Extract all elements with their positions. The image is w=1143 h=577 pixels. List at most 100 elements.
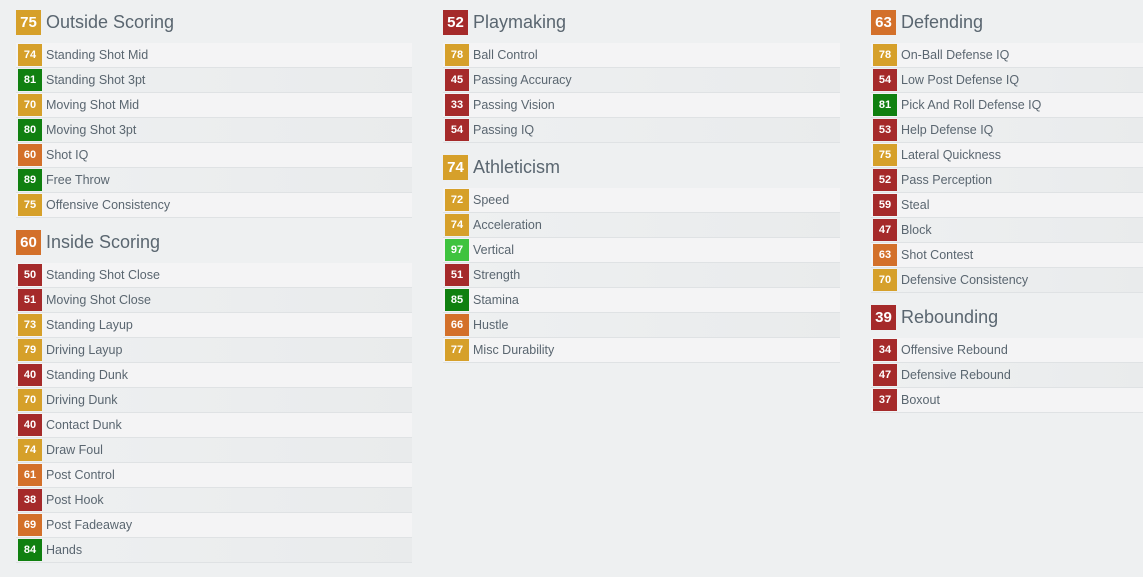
attribute-row-defensive-consistency: 70 Defensive Consistency [871, 268, 1143, 293]
attribute-row-strength: 51 Strength [443, 263, 840, 288]
attribute-rating-badge: 75 [18, 194, 42, 216]
attribute-row-steal: 59 Steal [871, 193, 1143, 218]
attribute-name: Offensive Rebound [901, 343, 1008, 357]
attribute-name: Standing Shot Close [46, 268, 160, 282]
attribute-rating-badge: 72 [445, 189, 469, 211]
attribute-name: Passing IQ [473, 123, 535, 137]
attribute-name: Driving Dunk [46, 393, 118, 407]
attribute-row-lateral-quickness: 75 Lateral Quickness [871, 143, 1143, 168]
attribute-row-free-throw: 89 Free Throw [16, 168, 412, 193]
category-playmaking: 52 Playmaking 78 Ball Control 45 Passing Accu… [443, 8, 840, 143]
category-header: 75 Outside Scoring [16, 8, 412, 36]
attribute-rating-badge: 38 [18, 489, 42, 511]
category-header: 63 Defending [871, 8, 1143, 36]
attribute-rating-badge: 85 [445, 289, 469, 311]
attribute-rating-badge: 47 [873, 364, 897, 386]
attribute-row-passing-accuracy: 45 Passing Accuracy [443, 68, 840, 93]
category-title: Outside Scoring [46, 11, 175, 32]
attribute-row-pick-and-roll-defense-iq: 81 Pick And Roll Defense IQ [871, 93, 1143, 118]
attribute-row-shot-contest: 63 Shot Contest [871, 243, 1143, 268]
attribute-name: Pick And Roll Defense IQ [901, 98, 1042, 112]
attribute-rating-badge: 81 [18, 69, 42, 91]
attribute-name: Help Defense IQ [901, 123, 994, 137]
attribute-row-moving-shot-3pt: 80 Moving Shot 3pt [16, 118, 412, 143]
attribute-name: Free Throw [46, 173, 110, 187]
attribute-row-driving-dunk: 70 Driving Dunk [16, 388, 412, 413]
attribute-name: Stamina [473, 293, 519, 307]
attribute-rating-badge: 74 [18, 44, 42, 66]
attribute-rating-badge: 70 [873, 269, 897, 291]
attribute-name: Moving Shot Mid [46, 98, 140, 112]
attribute-rating-badge: 63 [873, 244, 897, 266]
attribute-rating-badge: 54 [873, 69, 897, 91]
attribute-rating-badge: 81 [873, 94, 897, 116]
attribute-name: Passing Accuracy [473, 73, 572, 87]
attribute-row-block: 47 Block [871, 218, 1143, 243]
attribute-row-on-ball-defense-iq: 78 On-Ball Defense IQ [871, 43, 1143, 68]
attribute-name: Speed [473, 193, 510, 207]
attribute-name: Low Post Defense IQ [901, 73, 1020, 87]
attribute-rating-badge: 75 [873, 144, 897, 166]
attribute-name: Moving Shot Close [46, 293, 151, 307]
attribute-rating-badge: 77 [445, 339, 469, 361]
attribute-row-moving-shot-close: 51 Moving Shot Close [16, 288, 412, 313]
attribute-name: Defensive Consistency [901, 273, 1029, 287]
attribute-rating-badge: 89 [18, 169, 42, 191]
attribute-name: Pass Perception [901, 173, 993, 187]
attribute-rating-badge: 69 [18, 514, 42, 536]
attribute-name: Post Control [46, 468, 115, 482]
attribute-name: Shot IQ [46, 148, 89, 162]
attribute-rating-badge: 45 [445, 69, 469, 91]
attribute-list: 78 On-Ball Defense IQ 54 Low Post Defense I… [871, 43, 1143, 293]
attribute-name: Driving Layup [46, 343, 123, 357]
attribute-row-low-post-defense-iq: 54 Low Post Defense IQ [871, 68, 1143, 93]
attribute-rating-badge: 40 [18, 364, 42, 386]
attribute-name: Hands [46, 543, 83, 557]
attribute-name: Hustle [473, 318, 509, 332]
attribute-row-standing-shot-close: 50 Standing Shot Close [16, 263, 412, 288]
attribute-name: Steal [901, 198, 930, 212]
attribute-row-draw-foul: 74 Draw Foul [16, 438, 412, 463]
attribute-rating-badge: 97 [445, 239, 469, 261]
category-rating-badge: 63 [871, 9, 896, 35]
attribute-row-acceleration: 74 Acceleration [443, 213, 840, 238]
attribute-name: Post Fadeaway [46, 518, 133, 532]
attribute-name: Defensive Rebound [901, 368, 1011, 382]
attribute-row-misc-durability: 77 Misc Durability [443, 338, 840, 363]
attribute-row-offensive-consistency: 75 Offensive Consistency [16, 193, 412, 218]
attribute-name: Passing Vision [473, 98, 555, 112]
attribute-rating-badge: 66 [445, 314, 469, 336]
attribute-rating-badge: 78 [873, 44, 897, 66]
attribute-list: 74 Standing Shot Mid 81 Standing Shot 3pt 70… [16, 43, 412, 218]
attribute-row-hustle: 66 Hustle [443, 313, 840, 338]
attribute-name: Boxout [901, 393, 940, 407]
category-title: Athleticism [473, 156, 561, 177]
attribute-rating-badge: 61 [18, 464, 42, 486]
ratings-column: 75 Outside Scoring 74 Standing Shot Mid 81 St… [16, 8, 412, 573]
attribute-rating-badge: 52 [873, 169, 897, 191]
attribute-row-passing-vision: 33 Passing Vision [443, 93, 840, 118]
ratings-column: 52 Playmaking 78 Ball Control 45 Passing Accu… [443, 8, 840, 373]
category-rebounding: 39 Rebounding 34 Offensive Rebound 47 Defensi… [871, 303, 1143, 413]
attribute-name: Standing Shot 3pt [46, 73, 146, 87]
attribute-name: Lateral Quickness [901, 148, 1002, 162]
attribute-rating-badge: 33 [445, 94, 469, 116]
attribute-list: 78 Ball Control 45 Passing Accuracy 33 Passin… [443, 43, 840, 143]
attribute-name: Contact Dunk [46, 418, 122, 432]
attribute-row-pass-perception: 52 Pass Perception [871, 168, 1143, 193]
attribute-rating-badge: 74 [18, 439, 42, 461]
category-title: Playmaking [473, 11, 567, 32]
attribute-row-shot-iq: 60 Shot IQ [16, 143, 412, 168]
category-title: Defending [901, 11, 984, 32]
attribute-rating-badge: 70 [18, 389, 42, 411]
attribute-row-standing-layup: 73 Standing Layup [16, 313, 412, 338]
attribute-rating-badge: 51 [445, 264, 469, 286]
attribute-rating-badge: 84 [18, 539, 42, 561]
category-rating-badge: 75 [16, 9, 41, 35]
attribute-name: Post Hook [46, 493, 104, 507]
attribute-row-post-fadeaway: 69 Post Fadeaway [16, 513, 412, 538]
attribute-rating-badge: 73 [18, 314, 42, 336]
attribute-list: 72 Speed 74 Acceleration 97 Vertical 51 Strengt… [443, 188, 840, 363]
attribute-row-hands: 84 Hands [16, 538, 412, 563]
attribute-row-contact-dunk: 40 Contact Dunk [16, 413, 412, 438]
